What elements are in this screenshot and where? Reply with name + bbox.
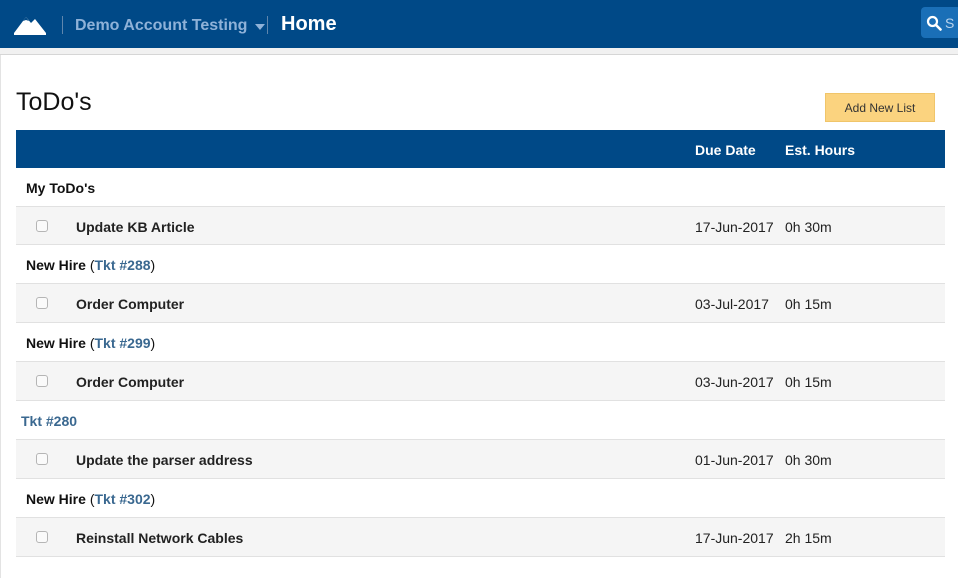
list-group-name: My ToDo's — [26, 180, 96, 196]
paren-close: ) — [150, 335, 156, 351]
list-group-title: Tkt #280 — [21, 413, 77, 429]
task-name[interactable]: Reinstall Network Cables — [76, 530, 243, 546]
add-new-list-button[interactable]: Add New List — [825, 93, 935, 122]
list-group-name: New Hire — [26, 491, 90, 507]
task-est-hours: 0h 15m — [785, 296, 832, 312]
chevron-down-icon — [255, 24, 266, 30]
task-row: Order Computer 03-Jul-2017 0h 15m — [16, 284, 945, 323]
task-est-hours: 0h 30m — [785, 452, 832, 468]
ticket-link[interactable]: Tkt #302 — [94, 491, 150, 507]
list-group-row: New Hire (Tkt #299) — [16, 323, 945, 362]
account-switcher[interactable]: Demo Account Testing — [75, 15, 266, 37]
page-name: Home — [281, 13, 337, 35]
task-name[interactable]: Update KB Article — [76, 219, 195, 235]
ticket-link[interactable]: Tkt #288 — [94, 257, 150, 273]
mountain-logo-icon[interactable] — [13, 10, 47, 36]
task-row: Update KB Article 17-Jun-2017 0h 30m — [16, 207, 945, 245]
task-checkbox[interactable] — [36, 531, 48, 543]
task-checkbox[interactable] — [36, 375, 48, 387]
nav-divider — [62, 16, 63, 34]
todo-table: Due Date Est. Hours My ToDo's Update KB … — [16, 130, 945, 557]
ticket-link[interactable]: Tkt #280 — [21, 413, 77, 429]
list-group-name: New Hire — [26, 257, 90, 273]
nav-divider — [267, 16, 268, 34]
content-border — [0, 55, 1, 578]
subheader-strip — [0, 48, 958, 55]
task-checkbox[interactable] — [36, 297, 48, 309]
table-header: Due Date Est. Hours — [16, 130, 945, 168]
task-due-date: 03-Jul-2017 — [695, 296, 769, 312]
list-group-title: My ToDo's — [26, 180, 95, 196]
page-title: ToDo's — [16, 88, 92, 116]
task-est-hours: 0h 30m — [785, 219, 832, 235]
column-header-est-hours[interactable]: Est. Hours — [785, 142, 855, 158]
account-name: Demo Account Testing — [75, 17, 248, 34]
column-header-due-date[interactable]: Due Date — [695, 142, 756, 158]
search-box[interactable]: S — [921, 7, 958, 38]
search-placeholder: S — [945, 14, 955, 31]
list-group-row: My ToDo's — [16, 168, 945, 207]
list-group-name: New Hire — [26, 335, 90, 351]
paren-close: ) — [150, 491, 156, 507]
list-group-title: New Hire (Tkt #302) — [26, 491, 155, 507]
task-checkbox[interactable] — [36, 453, 48, 465]
task-row: Update the parser address 01-Jun-2017 0h… — [16, 440, 945, 479]
task-name[interactable]: Order Computer — [76, 296, 184, 312]
task-name[interactable]: Update the parser address — [76, 452, 253, 468]
list-group-row: New Hire (Tkt #288) — [16, 245, 945, 284]
list-group-row: Tkt #280 — [16, 401, 945, 440]
task-name[interactable]: Order Computer — [76, 374, 184, 390]
task-est-hours: 0h 15m — [785, 374, 832, 390]
task-row: Reinstall Network Cables 17-Jun-2017 2h … — [16, 518, 945, 557]
list-group-row: New Hire (Tkt #302) — [16, 479, 945, 518]
task-row: Order Computer 03-Jun-2017 0h 15m — [16, 362, 945, 401]
task-due-date: 17-Jun-2017 — [695, 219, 774, 235]
task-est-hours: 2h 15m — [785, 530, 832, 546]
task-checkbox[interactable] — [36, 220, 48, 232]
list-group-title: New Hire (Tkt #288) — [26, 257, 155, 273]
paren-close: ) — [150, 257, 156, 273]
ticket-link[interactable]: Tkt #299 — [94, 335, 150, 351]
task-due-date: 17-Jun-2017 — [695, 530, 774, 546]
task-due-date: 03-Jun-2017 — [695, 374, 774, 390]
list-group-title: New Hire (Tkt #299) — [26, 335, 155, 351]
search-icon — [926, 15, 942, 31]
task-due-date: 01-Jun-2017 — [695, 452, 774, 468]
top-navigation-bar: Demo Account Testing Home S — [0, 0, 958, 48]
